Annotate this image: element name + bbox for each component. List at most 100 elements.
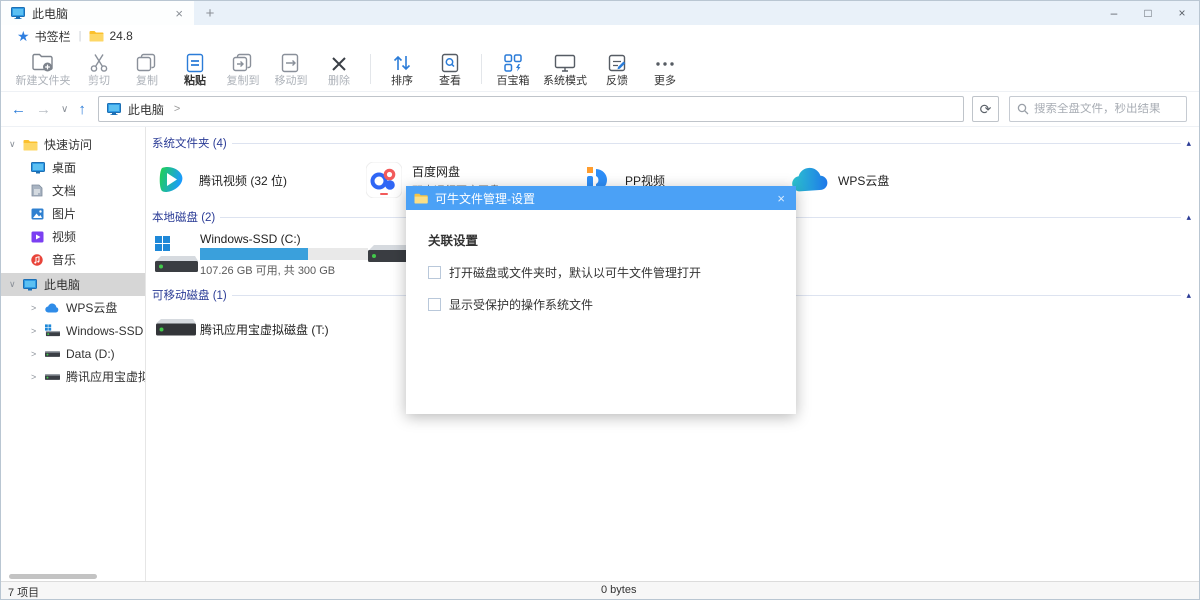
toolbox-icon <box>503 51 523 73</box>
app-item-wps-cloud[interactable]: WPS云盘 <box>791 157 1004 203</box>
drive-item-t[interactable]: 腾讯应用宝虚拟磁盘 (T:) <box>152 311 329 347</box>
drive-icon <box>45 370 60 384</box>
more-button[interactable]: 更多 <box>641 48 689 90</box>
sidebar-item-drive-t[interactable]: > 腾讯应用宝虚拟磁盘 (T:) <box>1 365 145 388</box>
up-button[interactable]: ↑ <box>78 101 86 118</box>
delete-button[interactable]: 删除 <box>315 48 363 90</box>
sidebar-item-drive-c[interactable]: > Windows-SSD (C:) <box>1 319 145 342</box>
chevron-right-icon[interactable]: > <box>31 326 45 336</box>
dialog-section-title: 关联设置 <box>428 234 479 248</box>
folder-icon <box>414 193 428 204</box>
drive-icon <box>45 347 60 361</box>
sidebar-item-wps-cloud[interactable]: > WPS云盘 <box>1 296 145 319</box>
history-dropdown-icon[interactable]: ∨ <box>61 104 68 115</box>
dialog-close-icon[interactable]: × <box>774 191 788 206</box>
cloud-icon <box>45 301 60 315</box>
tab-this-pc[interactable]: 此电脑 × <box>1 1 194 25</box>
maximize-button[interactable]: □ <box>1131 1 1165 25</box>
view-icon <box>440 51 460 73</box>
document-icon <box>31 184 46 198</box>
sort-button[interactable]: 排序 <box>378 48 426 90</box>
address-bar[interactable]: 此电脑 > <box>97 96 964 122</box>
toolbar-divider <box>370 54 371 84</box>
section-system-folders: 系统文件夹 (4) ▴ <box>152 137 1191 150</box>
sidebar-item-documents[interactable]: 文档 <box>1 179 145 202</box>
sidebar-horizontal-scrollbar[interactable] <box>9 574 97 579</box>
chevron-right-icon[interactable]: > <box>31 372 45 382</box>
drive-icon <box>152 318 200 340</box>
new-folder-button[interactable]: 新建文件夹 <box>11 48 75 90</box>
chevron-down-icon[interactable]: ∨ <box>9 279 23 290</box>
search-input[interactable] <box>1034 103 1179 115</box>
cut-button[interactable]: 剪切 <box>75 48 123 90</box>
bookmark-bar-label[interactable]: 书签栏 <box>35 28 71 45</box>
copy-icon <box>136 51 158 73</box>
breadcrumb-chevron[interactable]: > <box>174 103 180 115</box>
sort-icon <box>392 51 412 73</box>
tab-close-icon[interactable]: × <box>172 6 186 21</box>
option-default-open[interactable]: 打开磁盘或文件夹时，默认以可牛文件管理打开 <box>428 264 774 281</box>
music-icon <box>31 253 46 267</box>
copy-button[interactable]: 复制 <box>123 48 171 90</box>
option-show-protected[interactable]: 显示受保护的操作系统文件 <box>428 296 774 313</box>
sidebar-item-videos[interactable]: 视频 <box>1 225 145 248</box>
drive-item-c[interactable]: Windows-SSD (C:) 107.26 GB 可用, 共 300 GB <box>152 231 368 279</box>
collapse-arrow-icon[interactable]: ▴ <box>1186 212 1191 222</box>
windows-drive-icon <box>45 324 60 338</box>
close-button[interactable]: × <box>1165 1 1199 25</box>
forward-button[interactable]: → <box>36 101 51 118</box>
bookmark-item[interactable]: 24.8 <box>109 29 132 43</box>
video-icon <box>31 230 46 244</box>
feedback-icon <box>607 51 627 73</box>
view-button[interactable]: 查看 <box>426 48 474 90</box>
monitor-icon <box>23 278 38 292</box>
toolbox-button[interactable]: 百宝箱 <box>489 48 537 90</box>
back-button[interactable]: ← <box>11 101 26 118</box>
system-mode-icon <box>554 51 576 73</box>
new-folder-icon <box>31 51 55 73</box>
wps-cloud-icon <box>791 161 829 199</box>
dialog-titlebar[interactable]: 可牛文件管理-设置 × <box>406 186 796 210</box>
sidebar-item-drive-d[interactable]: > Data (D:) <box>1 342 145 365</box>
search-icon <box>1017 103 1029 115</box>
tencent-video-icon <box>152 161 190 199</box>
delete-x-icon <box>330 51 348 73</box>
sidebar-item-this-pc[interactable]: ∨ 此电脑 <box>1 273 145 296</box>
move-to-button[interactable]: 移动到 <box>267 48 315 90</box>
system-mode-button[interactable]: 系统模式 <box>537 48 593 90</box>
status-selection-size: 0 bytes <box>601 584 637 596</box>
more-icon <box>654 51 676 73</box>
address-row: ← → ∨ ↑ 此电脑 > ⟳ <box>1 92 1199 127</box>
baidu-netdisk-icon <box>365 161 403 199</box>
app-item-tencent-video[interactable]: 腾讯视频 (32 位) <box>152 157 365 203</box>
paste-button[interactable]: 粘贴 <box>171 48 219 90</box>
search-box[interactable] <box>1009 96 1187 122</box>
feedback-button[interactable]: 反馈 <box>593 48 641 90</box>
bookmark-bar: ★ 书签栏 | 24.8 <box>1 25 1199 47</box>
chevron-right-icon[interactable]: > <box>31 349 45 359</box>
copy-to-icon <box>232 51 254 73</box>
paste-icon <box>186 51 204 73</box>
sidebar-item-quick-access[interactable]: ∨ 快速访问 <box>1 133 145 156</box>
refresh-button[interactable]: ⟳ <box>972 96 999 122</box>
collapse-arrow-icon[interactable]: ▴ <box>1186 138 1191 148</box>
scissors-icon <box>89 51 109 73</box>
chevron-down-icon[interactable]: ∨ <box>9 139 23 150</box>
new-tab-button[interactable]: + <box>194 1 226 25</box>
move-to-icon <box>281 51 301 73</box>
monitor-icon <box>11 7 25 19</box>
minimize-button[interactable]: – <box>1097 1 1131 25</box>
sidebar-item-music[interactable]: 音乐 <box>1 248 145 271</box>
sidebar-item-desktop[interactable]: 桌面 <box>1 156 145 179</box>
breadcrumb-location[interactable]: 此电脑 <box>128 101 164 118</box>
settings-dialog: 可牛文件管理-设置 × 关联设置 打开磁盘或文件夹时，默认以可牛文件管理打开 显… <box>406 186 796 414</box>
collapse-arrow-icon[interactable]: ▴ <box>1186 290 1191 300</box>
star-icon[interactable]: ★ <box>17 29 30 43</box>
sidebar-item-pictures[interactable]: 图片 <box>1 202 145 225</box>
app-window: 此电脑 × + – □ × ★ 书签栏 | 24.8 新建文件夹 剪切 复制 粘… <box>0 0 1200 600</box>
dialog-title: 可牛文件管理-设置 <box>435 191 535 206</box>
copy-to-button[interactable]: 复制到 <box>219 48 267 90</box>
chevron-right-icon[interactable]: > <box>31 303 45 313</box>
checkbox[interactable] <box>428 298 441 311</box>
checkbox[interactable] <box>428 266 441 279</box>
